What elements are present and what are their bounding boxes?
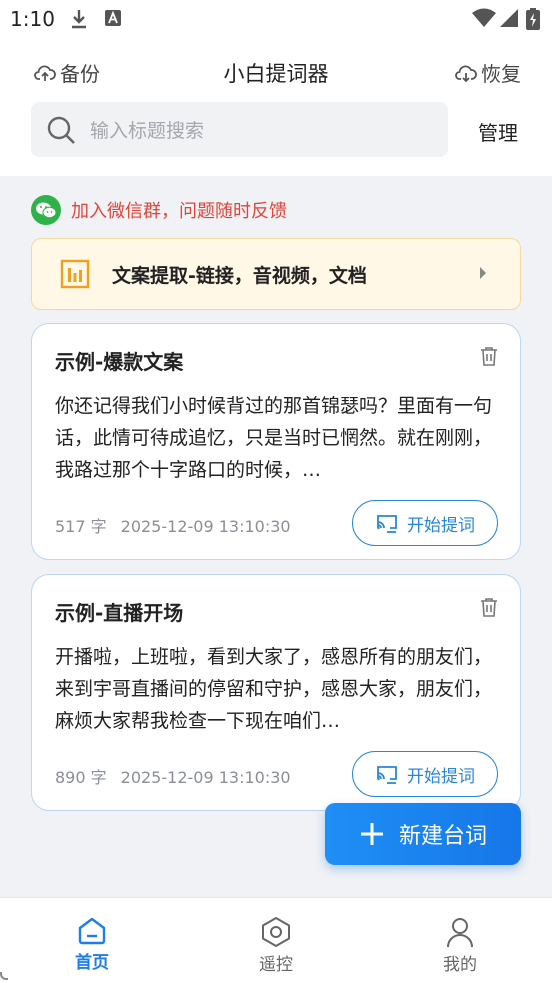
start-prompt-button[interactable]: 开始提词	[352, 500, 498, 546]
new-script-button[interactable]: 新建台词	[325, 803, 521, 865]
cast-icon	[377, 515, 397, 533]
delete-icon[interactable]	[480, 597, 498, 617]
chevron-right-icon	[480, 267, 486, 279]
manage-button[interactable]: 管理	[478, 117, 518, 146]
script-card[interactable]: 示例-爆款文案 你还记得我们小时候背过的那首锦瑟吗？里面有一句话，此情可待成追忆…	[31, 323, 521, 560]
restore-label: 恢复	[481, 62, 521, 86]
search-icon	[47, 116, 75, 144]
app-notification-icon	[105, 10, 121, 26]
signal-icon	[500, 9, 518, 27]
search-placeholder: 输入标题搜索	[90, 120, 205, 142]
script-meta: 890 字 2025-12-09 13:10:30	[55, 764, 291, 788]
battery-icon	[526, 8, 540, 30]
start-prompt-label: 开始提词	[407, 515, 475, 536]
status-bar: 1:10	[0, 0, 552, 38]
nav-profile-label: 我的	[443, 955, 477, 975]
start-prompt-label: 开始提词	[407, 766, 475, 787]
status-time: 1:10	[10, 7, 55, 31]
script-title: 示例-直播开场	[55, 601, 184, 625]
copy-extract-banner[interactable]: 文案提取-链接，音视频，文档	[31, 238, 521, 310]
wechat-icon	[31, 195, 61, 225]
wechat-group-notice[interactable]: 加入微信群，问题随时反馈	[31, 195, 287, 225]
new-script-label: 新建台词	[398, 824, 487, 849]
top-section: 1:10 备份 小白提词器 恢复 输入标题搜索 管理	[0, 0, 552, 176]
delete-icon[interactable]	[480, 346, 498, 366]
wechat-notice-text: 加入微信群，问题随时反馈	[71, 201, 287, 222]
script-preview: 开播啦，上班啦，看到大家了，感恩所有的朋友们，来到宇哥直播间的停留和守护，感恩大…	[55, 646, 493, 732]
start-prompt-button[interactable]: 开始提词	[352, 751, 498, 797]
home-icon	[78, 917, 106, 945]
nav-profile[interactable]: 我的	[410, 916, 510, 975]
nav-remote[interactable]: 遥控	[226, 916, 326, 975]
nav-home-label: 首页	[75, 953, 109, 973]
timestamp: 2025-12-09 13:10:30	[120, 768, 291, 787]
script-title: 示例-爆款文案	[55, 350, 184, 374]
bottom-nav: 首页 遥控 我的	[0, 897, 552, 983]
extract-banner-text: 文案提取-链接，音视频，文档	[112, 264, 367, 287]
cloud-download-icon	[455, 65, 477, 82]
timestamp: 2025-12-09 13:10:30	[120, 517, 291, 536]
download-icon	[72, 10, 86, 29]
restore-button[interactable]: 恢复	[455, 58, 521, 87]
script-preview: 你还记得我们小时候背过的那首锦瑟吗？里面有一句话，此情可待成追忆，只是当时已惘然…	[55, 395, 493, 481]
script-card[interactable]: 示例-直播开场 开播啦，上班啦，看到大家了，感恩所有的朋友们，来到宇哥直播间的停…	[31, 574, 521, 811]
wifi-icon	[472, 8, 496, 27]
user-icon	[447, 918, 473, 948]
word-count: 517 字	[55, 517, 107, 536]
hexagon-icon	[262, 916, 290, 948]
bar-chart-icon	[60, 259, 90, 289]
nav-remote-label: 遥控	[259, 955, 293, 975]
word-count: 890 字	[55, 768, 107, 787]
nav-home[interactable]: 首页	[42, 916, 142, 973]
script-meta: 517 字 2025-12-09 13:10:30	[55, 513, 291, 537]
search-input[interactable]: 输入标题搜索	[31, 102, 448, 157]
cast-icon	[377, 766, 397, 784]
plus-icon	[360, 823, 383, 845]
app-header: 备份 小白提词器 恢复	[0, 50, 552, 94]
